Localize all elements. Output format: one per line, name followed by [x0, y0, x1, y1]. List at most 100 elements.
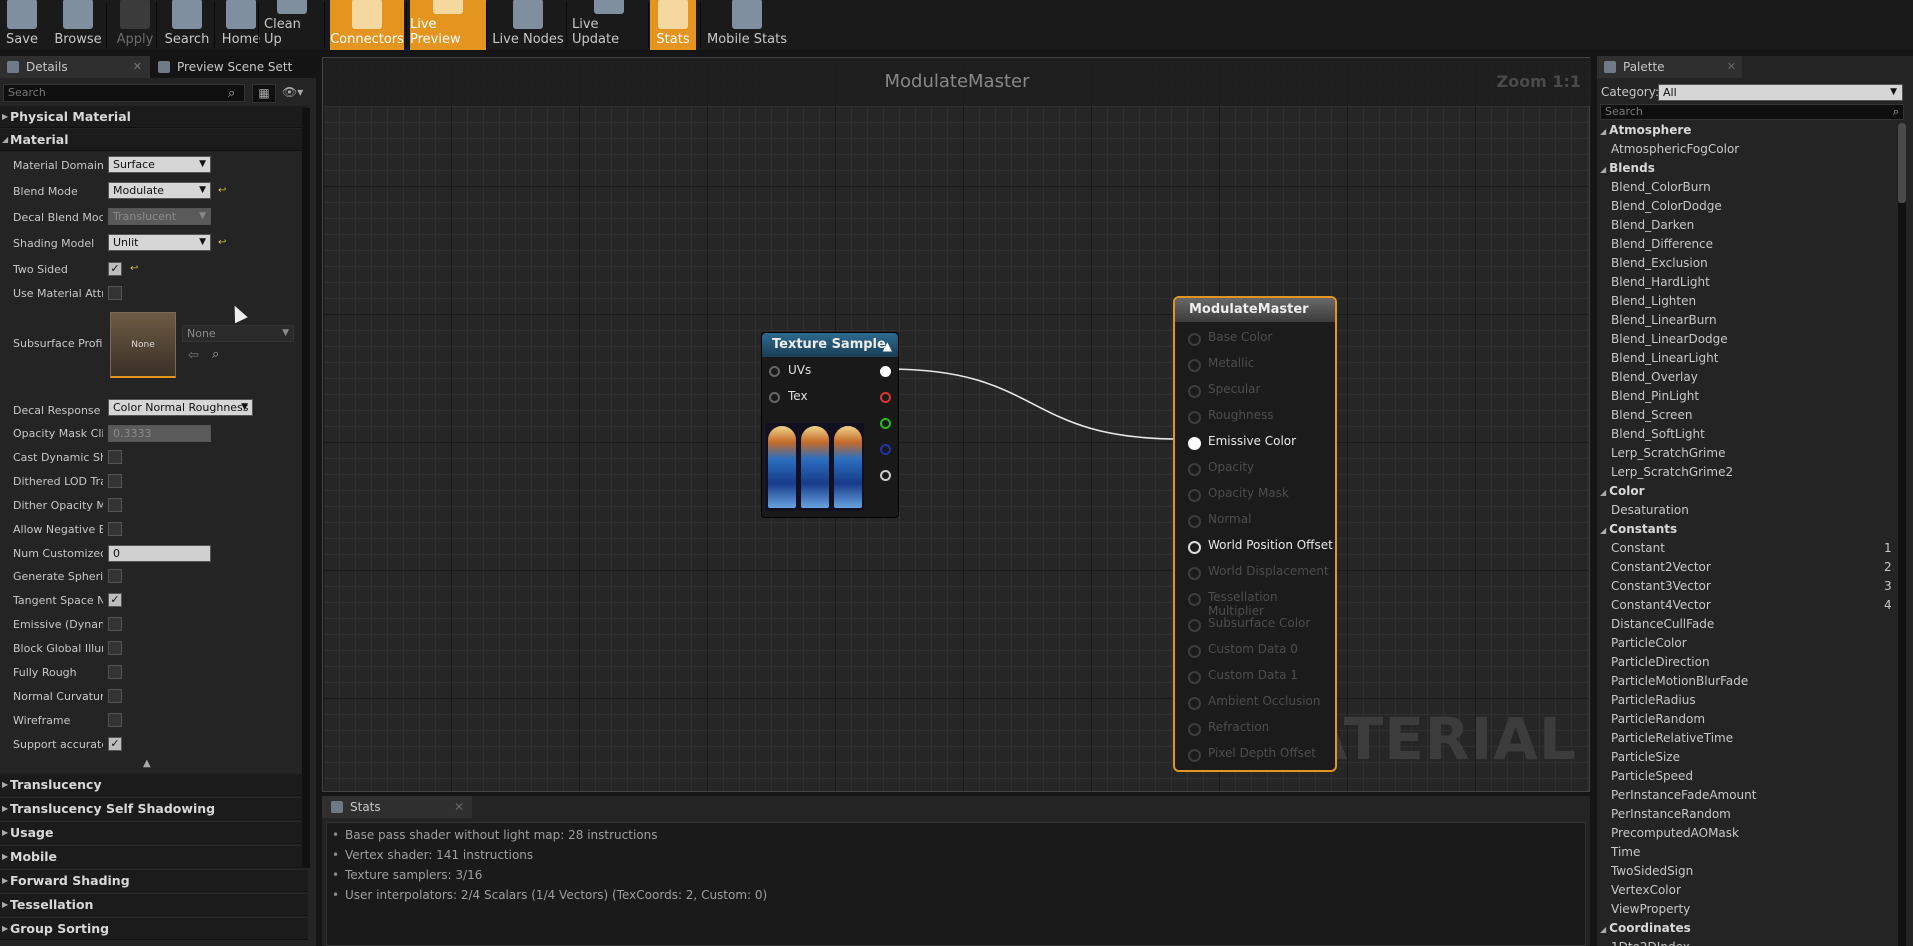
input-pin[interactable] [1188, 333, 1201, 346]
reset-to-default-icon[interactable]: ↩ [218, 237, 226, 248]
palette-item[interactable]: Constant3Vector [1611, 579, 1711, 593]
property-matrix-button[interactable]: ▦ [252, 84, 276, 103]
property-checkbox[interactable] [108, 713, 122, 727]
palette-item[interactable]: Lerp_ScratchGrime [1611, 446, 1725, 460]
palette-item[interactable]: ParticleRandom [1611, 712, 1705, 726]
collapse-node-icon[interactable]: ▲ [883, 334, 892, 358]
palette-category[interactable]: ◢ Color [1600, 484, 1644, 498]
use-selected-arrow-icon[interactable]: ⇦ [188, 348, 199, 363]
property-checkbox[interactable] [108, 522, 122, 536]
tab-details[interactable]: Details ✕ [0, 56, 150, 78]
palette-scrollbar-thumb[interactable] [1898, 123, 1906, 203]
palette-item[interactable]: Constant [1611, 541, 1665, 555]
input-pin[interactable] [1188, 619, 1201, 632]
rgb-output-pin[interactable] [880, 366, 891, 377]
palette-item[interactable]: Blend_LinearDodge [1611, 332, 1728, 346]
toolbar-browse-button[interactable]: Browse [48, 0, 108, 50]
eye-icon[interactable]: 👁▾ [282, 85, 303, 99]
modulate-master-node[interactable]: ModulateMaster Base Color Metallic Specula… [1173, 296, 1337, 772]
material-graph[interactable]: ModulateMaster Zoom 1:1 MATERIAL Texture… [322, 57, 1591, 792]
close-icon[interactable]: ✕ [454, 796, 464, 818]
palette-category[interactable]: ◢ Blends [1600, 161, 1655, 175]
close-icon[interactable]: ✕ [1727, 56, 1736, 78]
palette-item[interactable]: ParticleMotionBlurFade [1611, 674, 1748, 688]
palette-item[interactable]: Blend_Screen [1611, 408, 1692, 422]
palette-item[interactable]: Blend_Lighten [1611, 294, 1696, 308]
section-translucency[interactable]: ▶ Translucency [0, 774, 308, 796]
r-output-pin[interactable] [880, 392, 891, 403]
palette-item[interactable]: ParticleColor [1611, 636, 1687, 650]
input-pin[interactable] [1188, 385, 1201, 398]
property-checkbox[interactable] [108, 617, 122, 631]
palette-item[interactable]: ParticleRelativeTime [1611, 731, 1733, 745]
toolbar-live-preview-button[interactable]: Live Preview [410, 0, 486, 50]
property-checkbox[interactable] [108, 689, 122, 703]
palette-item[interactable]: Blend_HardLight [1611, 275, 1710, 289]
reset-to-default-icon[interactable]: ↩ [218, 185, 226, 196]
blend-mode-combo[interactable]: Modulate ▼ [108, 182, 211, 199]
palette-item[interactable]: Blend_Darken [1611, 218, 1694, 232]
property-checkbox[interactable]: ✓ [108, 593, 122, 607]
input-pin[interactable] [1188, 593, 1201, 606]
toolbar-live-update-button[interactable]: Live Update [572, 0, 646, 50]
palette-search-input[interactable]: Search ⌕ [1600, 104, 1904, 120]
palette-scrollbar[interactable] [1898, 123, 1906, 946]
input-pin[interactable] [1188, 437, 1201, 450]
palette-item[interactable]: ParticleRadius [1611, 693, 1696, 707]
palette-item[interactable]: VertexColor [1611, 883, 1681, 897]
palette-item[interactable]: ParticleSize [1611, 750, 1680, 764]
input-pin[interactable] [1188, 749, 1201, 762]
tab-stats[interactable]: Stats ✕ [322, 796, 472, 818]
input-pin[interactable] [1188, 515, 1201, 528]
palette-item[interactable]: Blend_Overlay [1611, 370, 1698, 384]
palette-item[interactable]: Blend_SoftLight [1611, 427, 1705, 441]
subsurface-thumbnail[interactable]: None [110, 312, 176, 378]
section-group-sorting[interactable]: ▶ Group Sorting [0, 918, 308, 940]
section-material[interactable]: ◢ Material [0, 129, 308, 151]
uvs-input-pin[interactable] [769, 366, 780, 377]
palette-item[interactable]: Blend_LinearLight [1611, 351, 1718, 365]
palette-item[interactable]: Constant4Vector [1611, 598, 1711, 612]
a-output-pin[interactable] [880, 470, 891, 481]
toolbar-live-nodes-button[interactable]: Live Nodes [490, 0, 566, 50]
palette-category[interactable]: ◢ Coordinates [1600, 921, 1691, 935]
palette-item[interactable]: Desaturation [1611, 503, 1689, 517]
palette-item[interactable]: PerInstanceRandom [1611, 807, 1731, 821]
palette-item[interactable]: AtmosphericFogColor [1611, 142, 1739, 156]
toolbar-save-button[interactable]: Save [0, 0, 44, 50]
palette-item[interactable]: Lerp_ScratchGrime2 [1611, 465, 1733, 479]
palette-category[interactable]: ◢ Atmosphere [1600, 123, 1691, 137]
palette-item[interactable]: PerInstanceFadeAmount [1611, 788, 1756, 802]
toolbar-apply-button[interactable]: Apply [112, 0, 158, 50]
property-checkbox[interactable]: ✓ [108, 737, 122, 751]
decal-response-combo[interactable]: Color Normal Roughness ▼ [108, 399, 253, 416]
details-search-input[interactable]: Search [3, 84, 245, 102]
use-material-attributes-checkbox[interactable] [108, 286, 122, 300]
section-usage[interactable]: ▶ Usage [0, 822, 308, 844]
section-forward-shading[interactable]: ▶ Forward Shading [0, 870, 308, 892]
toolbar-home-button[interactable]: Home [220, 0, 262, 50]
palette-item[interactable]: Time [1611, 845, 1640, 859]
palette-item[interactable]: ViewProperty [1611, 902, 1690, 916]
master-node-header[interactable]: ModulateMaster [1175, 298, 1335, 322]
category-combo[interactable]: All ▼ [1658, 84, 1903, 101]
palette-item[interactable]: Blend_PinLight [1611, 389, 1699, 403]
palette-item[interactable]: PrecomputedAOMask [1611, 826, 1739, 840]
input-pin[interactable] [1188, 567, 1201, 580]
tab-preview-scene-settings[interactable]: Preview Scene Sett [151, 56, 311, 78]
palette-item[interactable]: Blend_LinearBurn [1611, 313, 1717, 327]
details-scrollbar[interactable] [302, 108, 310, 868]
property-checkbox[interactable] [108, 450, 122, 464]
section-tessellation[interactable]: ▶ Tessellation [0, 894, 308, 916]
advanced-collapse-icon[interactable]: ▲ [143, 758, 151, 769]
property-checkbox[interactable] [108, 569, 122, 583]
property-checkbox[interactable] [108, 498, 122, 512]
num-customized-uvs-field[interactable]: 0 [108, 545, 211, 562]
toolbar-search-button[interactable]: Search [162, 0, 212, 50]
input-pin[interactable] [1188, 489, 1201, 502]
input-pin[interactable] [1188, 359, 1201, 372]
property-checkbox[interactable] [108, 665, 122, 679]
toolbar-stats-button[interactable]: Stats [650, 0, 696, 50]
palette-item[interactable]: TwoSidedSign [1611, 864, 1693, 878]
tex-input-pin[interactable] [769, 392, 780, 403]
